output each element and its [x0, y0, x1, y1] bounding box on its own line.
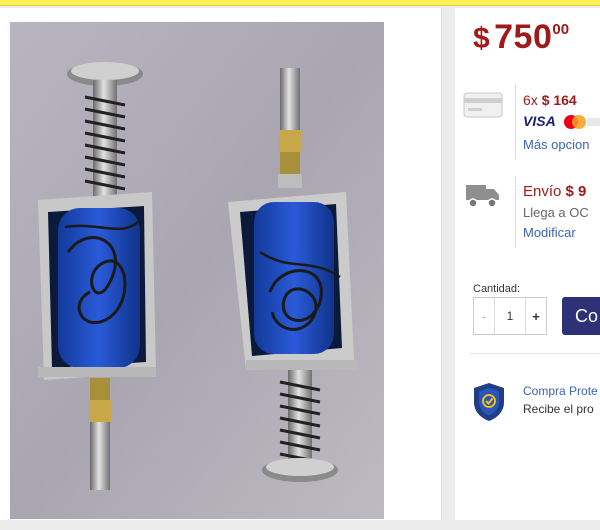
quantity-decrease-button[interactable]: -: [474, 309, 494, 324]
buy-button[interactable]: Co: [562, 297, 600, 335]
shipping-title: Envío $ 9: [523, 183, 586, 200]
section-separator: [470, 353, 600, 354]
shipping-amount: $ 9: [565, 183, 587, 200]
shipping-eta: Llega a OC: [523, 205, 589, 220]
shipping-label: Envío: [523, 183, 562, 200]
credit-card-icon: [463, 92, 503, 118]
quantity-label: Cantidad:: [473, 283, 521, 295]
shield-check-icon: [474, 383, 504, 421]
protection-title[interactable]: Compra Prote: [523, 384, 598, 398]
solenoid-right: [278, 68, 302, 188]
price-decimals: 00: [552, 21, 570, 38]
installments-text: 6x $ 164: [523, 92, 577, 108]
mastercard-logo: [564, 115, 600, 129]
product-photo[interactable]: [10, 22, 384, 519]
section-divider: [515, 176, 516, 248]
installments-amount: $ 164: [541, 92, 577, 108]
quantity-increase-button[interactable]: +: [526, 309, 546, 324]
modify-shipping-link[interactable]: Modificar: [523, 225, 576, 240]
solenoid-left-body: [38, 192, 156, 380]
truck-icon: [466, 185, 499, 208]
top-bar: [0, 0, 600, 6]
solenoid-right-body: [228, 192, 358, 370]
quantity-input[interactable]: [494, 298, 526, 334]
protection-subtitle: Recibe el pro: [523, 402, 594, 416]
quantity-stepper: - +: [473, 297, 547, 335]
visa-logo: VISA: [523, 113, 556, 129]
more-options-link[interactable]: Más opcion: [523, 137, 589, 152]
price-integer: 750: [494, 18, 553, 56]
purchase-panel: $ 75000 6x $ 164 VISA Más opcion Envío $…: [455, 8, 600, 520]
product-price: $ 75000: [473, 18, 569, 57]
price-currency: $: [473, 22, 490, 55]
section-divider: [515, 84, 516, 159]
product-gallery: [0, 8, 442, 520]
installments-prefix: 6x: [523, 92, 538, 108]
